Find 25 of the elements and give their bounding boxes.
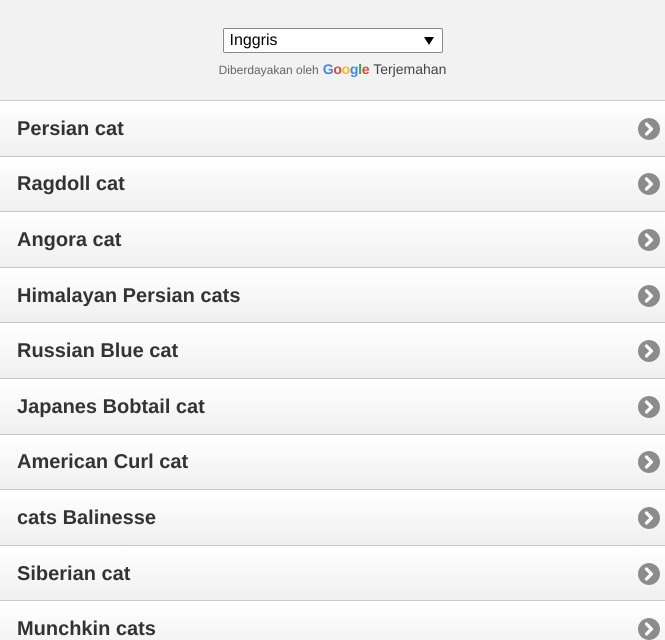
chevron-right-icon	[638, 340, 660, 362]
chevron-right-icon	[638, 618, 660, 640]
google-logo: Google	[322, 60, 370, 79]
list-item[interactable]: Angora cat	[0, 212, 665, 268]
list-item[interactable]: Russian Blue cat	[0, 323, 665, 379]
chevron-right-icon	[638, 118, 660, 140]
list-item[interactable]: American Curl cat	[0, 434, 665, 490]
powered-by-text: Diberdayakan oleh	[218, 62, 319, 79]
list-item[interactable]: Munchkin cats	[0, 601, 665, 640]
list-item[interactable]: Japanes Bobtail cat	[0, 378, 665, 435]
chevron-right-icon	[638, 506, 660, 529]
caret-down-icon	[424, 36, 434, 44]
chevron-right-icon	[638, 173, 660, 196]
chevron-right-icon	[638, 284, 660, 307]
list-item[interactable]: Siberian cat	[0, 546, 665, 602]
list-item[interactable]: Himalayan Persian cats	[0, 268, 665, 324]
translate-link[interactable]: Terjemahan	[373, 59, 446, 80]
chevron-right-icon	[638, 451, 660, 474]
chevron-right-icon	[638, 562, 660, 585]
chevron-right-icon	[638, 228, 660, 251]
list-item[interactable]: Ragdoll cat	[0, 156, 665, 212]
list-item[interactable]: Persian cat	[0, 101, 665, 157]
chevron-right-icon	[638, 396, 660, 418]
list-item[interactable]: cats Balinesse	[0, 490, 665, 546]
language-select[interactable]: Inggris	[222, 28, 442, 53]
